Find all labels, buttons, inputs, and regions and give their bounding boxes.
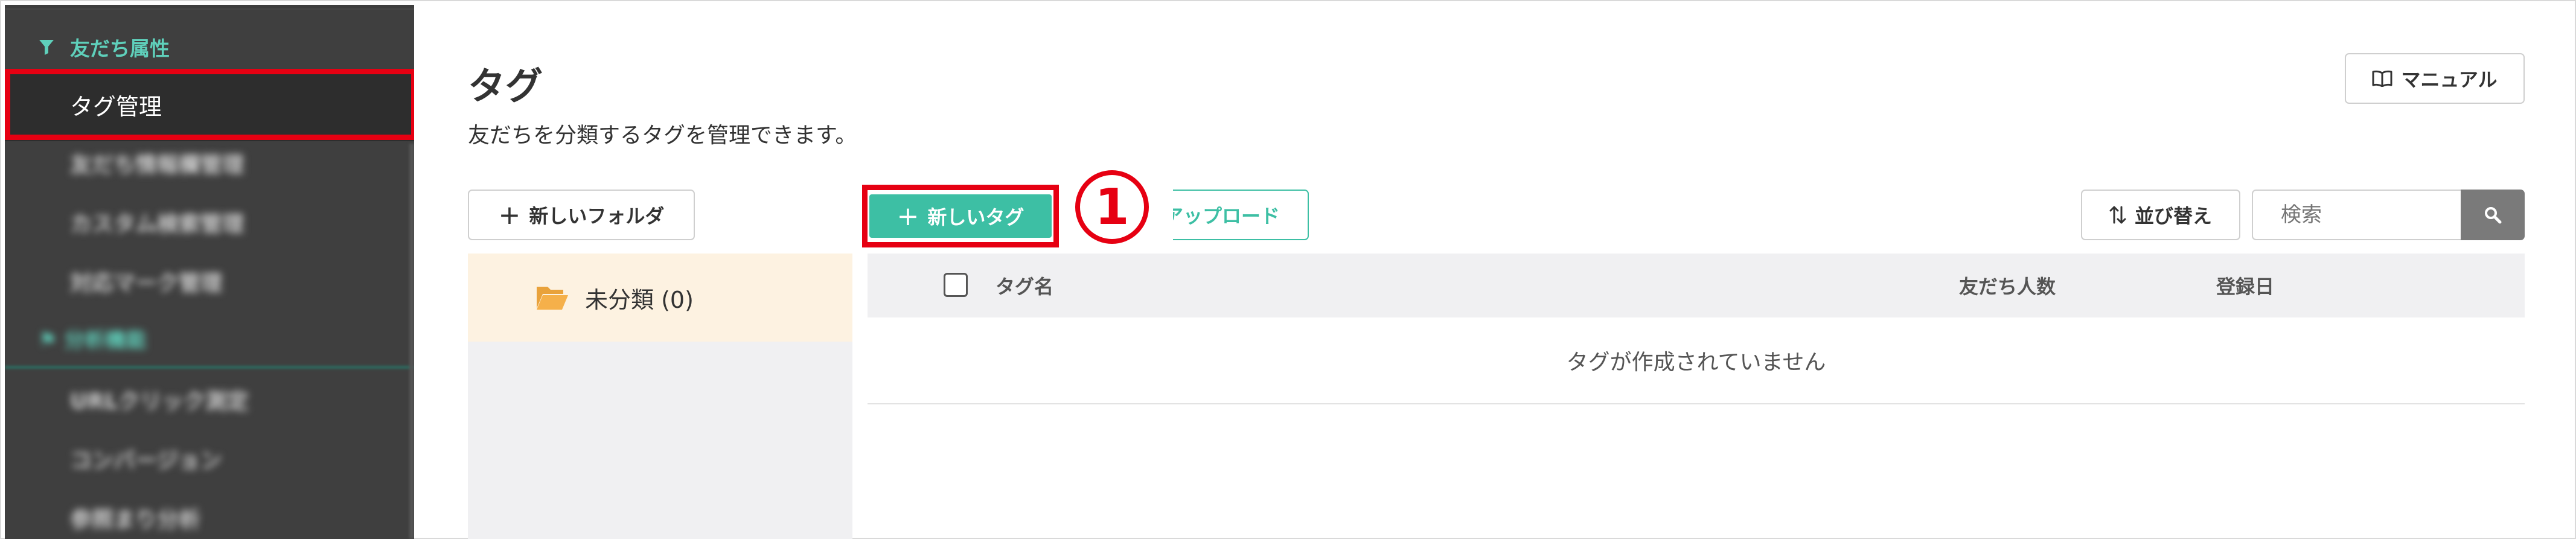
search-input[interactable] <box>2252 190 2461 240</box>
filter-icon <box>39 40 54 55</box>
annotation-step-number: 1 <box>1075 170 1149 244</box>
search-button[interactable] <box>2461 190 2525 240</box>
sidebar-scrollbar[interactable] <box>409 144 414 539</box>
sort-icon <box>2109 206 2126 224</box>
sidebar-section-analysis[interactable]: ⚑ 分析機能 <box>39 324 146 353</box>
upload-label: アップロード <box>1163 205 1280 228</box>
sidebar-item-custom-search[interactable]: カスタム検索管理 <box>70 206 244 238</box>
table-header: タグ名 友だち人数 登録日 <box>868 254 2525 317</box>
sidebar-section-friend-attributes[interactable]: 友だち属性 <box>39 31 170 63</box>
new-folder-label: 新しいフォルダ <box>529 205 665 228</box>
sidebar-item-analysis[interactable]: 参照まり分析 <box>70 502 200 534</box>
sort-label: 並び替え <box>2134 205 2212 228</box>
sidebar-item-conversion[interactable]: コンバージョン <box>70 443 222 474</box>
manual-button-label: マニュアル <box>2401 68 2498 91</box>
select-all-checkbox[interactable] <box>944 273 968 297</box>
search-icon <box>2485 207 2502 224</box>
folder-item-uncategorized[interactable]: 未分類 (0) <box>468 254 852 342</box>
new-folder-button[interactable]: + 新しいフォルダ <box>468 190 695 240</box>
sidebar-divider <box>5 8 414 10</box>
empty-state-message: タグが作成されていません <box>868 317 2525 404</box>
plus-icon: + <box>498 199 521 231</box>
folder-open-icon <box>537 287 568 310</box>
page-title: タグ <box>468 64 543 108</box>
sidebar-item-url-click[interactable]: URLクリック測定 <box>70 384 249 415</box>
annotation-highlight-sidebar <box>5 69 414 140</box>
flag-icon: ⚑ <box>39 328 57 352</box>
sidebar-section-rule <box>5 366 414 369</box>
column-header-friend-count[interactable]: 友だち人数 <box>1959 254 2056 317</box>
sidebar-item-friend-info[interactable]: 友だち情報欄管理 <box>70 147 244 179</box>
page-subtitle: 友だちを分類するタグを管理できます。 <box>468 123 857 148</box>
folder-label: 未分類 (0) <box>585 286 694 313</box>
manual-button[interactable]: マニュアル <box>2345 53 2525 104</box>
column-header-tag-name[interactable]: タグ名 <box>996 254 1053 317</box>
book-icon <box>2372 70 2392 87</box>
column-header-registered-date[interactable]: 登録日 <box>2216 254 2274 317</box>
sidebar-item-response-mark[interactable]: 対応マーク管理 <box>70 266 222 297</box>
sidebar: 友だち属性 タグ管理 友だち情報欄管理 カスタム検索管理 対応マーク管理 ⚑ 分… <box>5 5 414 539</box>
sidebar-section-label: 友だち属性 <box>70 37 170 60</box>
upload-button[interactable]: アップロード <box>1153 190 1309 240</box>
sort-button[interactable]: 並び替え <box>2081 190 2240 240</box>
annotation-highlight-new-tag <box>862 185 1059 247</box>
